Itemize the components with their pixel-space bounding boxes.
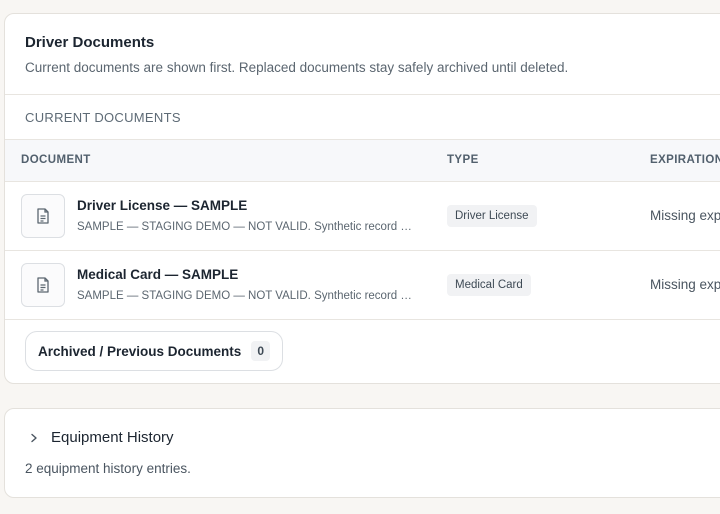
card-title: Driver Documents	[25, 34, 155, 51]
document-description: SAMPLE — STAGING DEMO — NOT VALID. Synth…	[77, 290, 413, 302]
type-badge: Driver License	[447, 204, 537, 227]
table-row[interactable]: Medical Card — SAMPLE SAMPLE — STAGING D…	[5, 250, 720, 319]
document-cell: Medical Card — SAMPLE SAMPLE — STAGING D…	[5, 262, 447, 307]
archived-documents-button[interactable]: Archived / Previous Documents 0	[25, 331, 283, 371]
archived-count-badge: 0	[251, 341, 270, 361]
equipment-history-toggle[interactable]: Equipment History	[5, 409, 720, 446]
driver-documents-card: Driver Documents Current documents are s…	[4, 13, 720, 384]
archived-documents-label: Archived / Previous Documents	[38, 343, 242, 359]
document-title[interactable]: Medical Card — SAMPLE	[77, 267, 413, 282]
document-title[interactable]: Driver License — SAMPLE	[77, 198, 413, 213]
expiration-value: Missing exp	[650, 276, 720, 292]
documents-table: DOCUMENT TYPE EXPIRATION Driver License …	[5, 140, 720, 320]
card-header: Driver Documents Current documents are s…	[5, 14, 720, 95]
document-description: SAMPLE — STAGING DEMO — NOT VALID. Synth…	[77, 221, 413, 233]
type-badge: Medical Card	[447, 273, 531, 296]
equipment-history-title: Equipment History	[51, 429, 174, 446]
column-header-expiration[interactable]: EXPIRATION	[650, 140, 720, 182]
equipment-history-summary: 2 equipment history entries.	[25, 461, 191, 476]
column-header-document[interactable]: DOCUMENT	[5, 140, 447, 182]
equipment-history-card: Equipment History 2 equipment history en…	[4, 408, 720, 498]
chevron-right-icon[interactable]	[29, 433, 39, 443]
document-cell: Driver License — SAMPLE SAMPLE — STAGING…	[5, 193, 447, 238]
table-row[interactable]: Driver License — SAMPLE SAMPLE — STAGING…	[5, 181, 720, 250]
document-icon[interactable]	[21, 262, 65, 307]
section-label: CURRENT DOCUMENTS	[5, 95, 720, 140]
card-subtitle: Current documents are shown first. Repla…	[25, 60, 569, 75]
column-header-type[interactable]: TYPE	[447, 140, 650, 182]
document-icon[interactable]	[21, 193, 65, 238]
expiration-value: Missing exp	[650, 207, 720, 223]
table-header-row: DOCUMENT TYPE EXPIRATION	[5, 140, 720, 182]
